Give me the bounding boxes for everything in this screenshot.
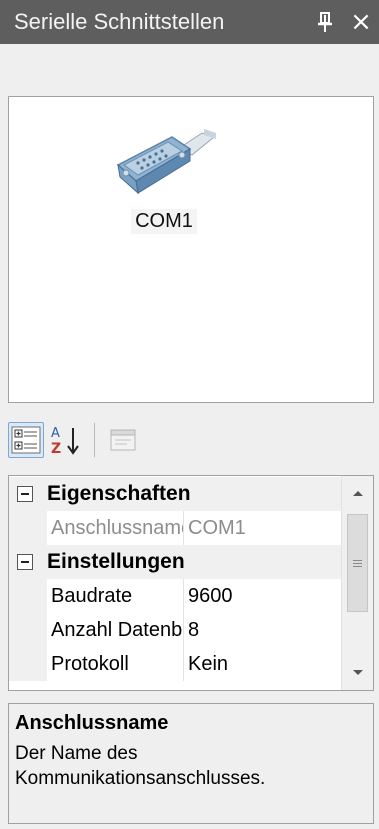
property-row-datenbits[interactable]: Anzahl Datenbits 8 bbox=[9, 613, 342, 647]
property-value[interactable]: 8 bbox=[184, 619, 342, 642]
property-row-baudrate[interactable]: Baudrate 9600 bbox=[9, 579, 342, 613]
property-value[interactable]: 9600 bbox=[184, 585, 342, 608]
sort-alphabetical-icon: A Z bbox=[51, 426, 79, 456]
pin-icon bbox=[318, 12, 332, 32]
property-name: Baudrate bbox=[51, 584, 133, 607]
collapse-icon[interactable] bbox=[17, 554, 33, 570]
property-toolbar: A Z bbox=[8, 417, 374, 463]
arrow-up-icon bbox=[352, 491, 363, 496]
arrow-down-icon bbox=[352, 670, 363, 675]
description-text: Der Name des Kommunikationsanschlusses. bbox=[15, 743, 266, 789]
categorized-view-button[interactable] bbox=[8, 422, 44, 458]
description-title: Anschlussname bbox=[15, 712, 169, 734]
pin-button[interactable] bbox=[307, 0, 343, 44]
serial-connector-icon bbox=[116, 129, 216, 195]
serial-port-list[interactable]: COM1 bbox=[8, 96, 374, 403]
scroll-thumb[interactable] bbox=[347, 514, 368, 612]
property-description: Anschlussname Der Name des Kommunikation… bbox=[8, 703, 374, 824]
device-item-com1[interactable]: COM1 bbox=[109, 115, 219, 255]
sort-alphabetical-button[interactable]: A Z bbox=[48, 422, 84, 458]
svg-text:Z: Z bbox=[51, 441, 61, 456]
panel-titlebar: Serielle Schnittstellen × bbox=[0, 0, 379, 44]
svg-text:A: A bbox=[51, 426, 60, 441]
property-grid[interactable]: Eigenschaften Anschlussname COM1 Einstel… bbox=[8, 475, 374, 691]
vertical-scrollbar[interactable] bbox=[341, 476, 373, 690]
property-name: Anschlussname bbox=[51, 516, 183, 539]
device-label: COM1 bbox=[131, 209, 197, 234]
category-row-einstellungen[interactable]: Einstellungen bbox=[9, 545, 342, 579]
property-pages-button[interactable] bbox=[105, 422, 141, 458]
toolbar-separator bbox=[94, 423, 95, 457]
property-value[interactable]: Kein bbox=[184, 653, 342, 676]
scroll-down-button[interactable] bbox=[342, 658, 373, 688]
property-name: Anzahl Datenbits bbox=[51, 618, 183, 641]
category-row-eigenschaften[interactable]: Eigenschaften bbox=[9, 477, 342, 511]
category-label: Eigenschaften bbox=[47, 482, 191, 505]
property-value: COM1 bbox=[188, 516, 246, 539]
property-name: Protokoll bbox=[51, 652, 129, 675]
close-button[interactable]: × bbox=[343, 0, 379, 44]
property-row-anschlussname[interactable]: Anschlussname COM1 bbox=[9, 511, 342, 545]
property-pages-icon bbox=[110, 429, 136, 451]
property-row-protokoll[interactable]: Protokoll Kein bbox=[9, 647, 342, 681]
category-label: Einstellungen bbox=[47, 550, 185, 573]
scroll-up-button[interactable] bbox=[342, 478, 373, 508]
collapse-icon[interactable] bbox=[17, 486, 33, 502]
grip-icon bbox=[353, 559, 362, 567]
close-icon: × bbox=[350, 7, 372, 37]
panel-title: Serielle Schnittstellen bbox=[14, 9, 225, 34]
categorized-view-icon bbox=[11, 426, 41, 454]
